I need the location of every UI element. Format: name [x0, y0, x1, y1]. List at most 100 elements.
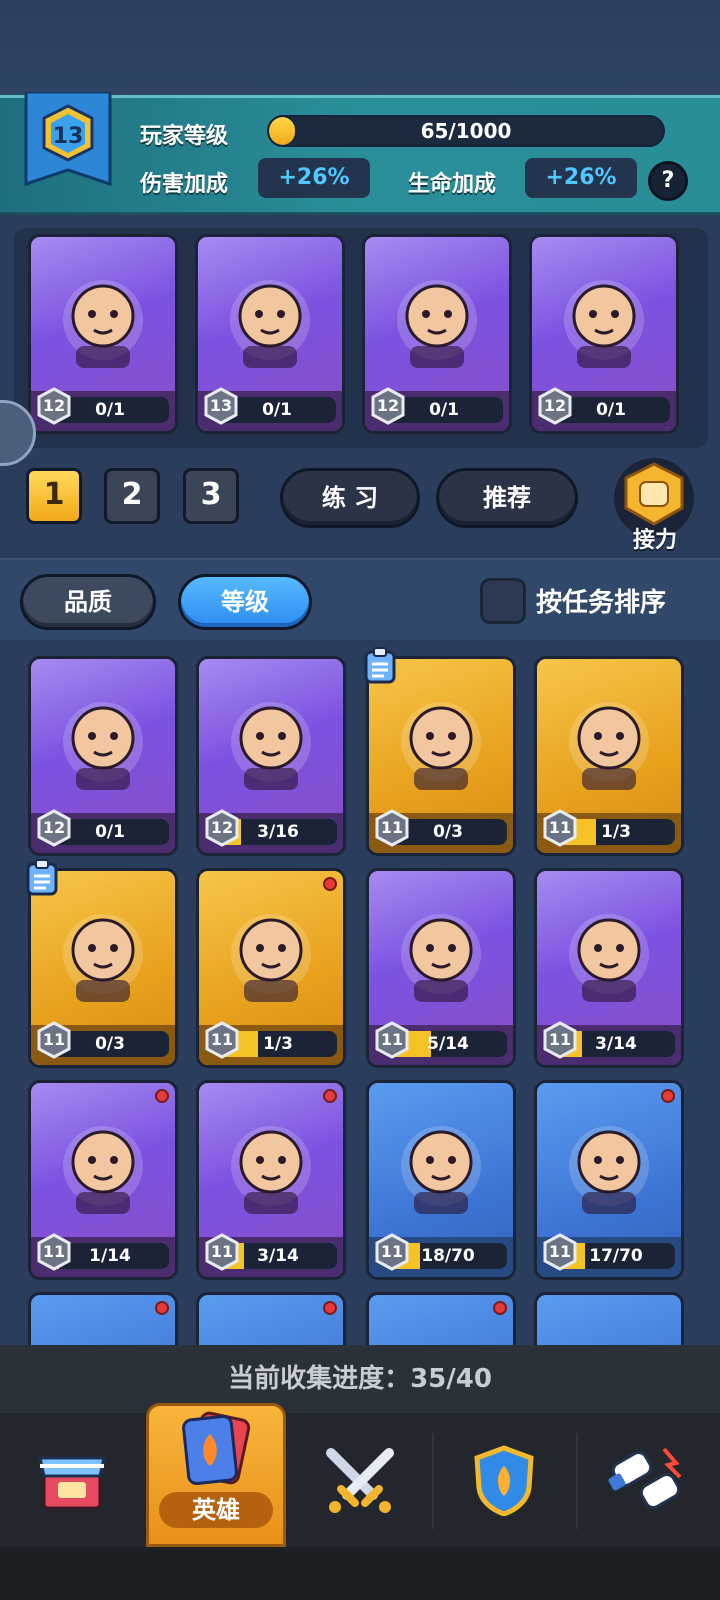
nav-relay[interactable] [576, 1413, 720, 1547]
hero-card[interactable]: 1/3 11 [534, 656, 684, 856]
hero-level-badge: 12 [36, 809, 72, 847]
hero-level-badge: 11 [374, 1233, 410, 1271]
hero-card[interactable]: 5/14 11 [366, 868, 516, 1068]
relay-button[interactable]: 接力 [610, 456, 700, 553]
team-tab-2[interactable]: 2 [104, 468, 160, 524]
nav-guild[interactable] [432, 1413, 576, 1547]
hero-card[interactable]: 3/14 11 [196, 1080, 346, 1280]
hero-card[interactable]: 1/14 11 [28, 1080, 178, 1280]
hero-card[interactable]: 18/70 11 [366, 1080, 516, 1280]
help-button[interactable]: ? [648, 161, 688, 201]
health-bonus-label: 生命加成 [408, 172, 497, 197]
system-navigation-area [0, 1547, 720, 1600]
hero-card[interactable]: 0/1 12 [529, 234, 679, 434]
hero-card-footer: 1/3 11 [199, 1021, 343, 1065]
hero-level-number: 12 [543, 396, 567, 415]
sort-by-quality-button[interactable]: 品质 [20, 574, 156, 630]
xp-progress-text: 65/1000 [420, 119, 512, 143]
hero-card-footer: 3/16 12 [199, 809, 343, 853]
notification-dot [323, 1089, 337, 1103]
pirate-hero-icon [31, 659, 175, 819]
hero-card-footer: 0/1 12 [532, 387, 676, 431]
nav-battle[interactable] [288, 1413, 432, 1547]
hero-cards-icon [182, 1411, 251, 1486]
nav-shop[interactable] [0, 1413, 144, 1547]
top-background [0, 0, 720, 95]
hero-level-badge: 11 [204, 1233, 240, 1271]
hero-card-footer: 3/14 11 [537, 1021, 681, 1065]
hero-level-badge: 13 [203, 387, 239, 425]
straw-hat-ninja-hero-icon [199, 1083, 343, 1243]
hero-level-badge: 11 [542, 809, 578, 847]
notification-dot [493, 1301, 507, 1315]
hero-card-footer: 17/70 11 [537, 1233, 681, 1277]
hero-level-number: 11 [42, 1242, 66, 1261]
collection-progress: 当前收集进度：35/40 [0, 1345, 720, 1413]
sort-bar: 品质 等级 按任务排序 [0, 558, 720, 640]
notification-dot [323, 1301, 337, 1315]
xp-progress-bar: 65/1000 [267, 115, 665, 147]
hero-card[interactable] [28, 1292, 178, 1345]
hero-card[interactable]: 0/1 13 [195, 234, 345, 434]
hero-card[interactable] [534, 1292, 684, 1345]
hero-level-badge: 12 [204, 809, 240, 847]
hero-card[interactable]: 17/70 11 [534, 1080, 684, 1280]
player-level-label: 玩家等级 [140, 124, 229, 149]
sort-by-level-button[interactable]: 等级 [178, 574, 312, 630]
team-tab-1[interactable]: 1 [26, 468, 82, 524]
hero-level-badge: 11 [542, 1021, 578, 1059]
hero-card[interactable]: 0/1 12 [362, 234, 512, 434]
hero-level-badge: 11 [374, 809, 410, 847]
hero-card[interactable] [196, 1292, 346, 1345]
player-info-panel: 13 玩家等级 65/1000 伤害加成 +26% 生命加成 +26% ? [0, 90, 720, 215]
fire-monkey-hero-icon [31, 1083, 175, 1243]
nav-heroes[interactable]: 英雄 [146, 1403, 286, 1547]
orc-hero-icon [369, 871, 513, 1031]
hero-card-footer: 1/14 11 [31, 1233, 175, 1277]
crossed-swords-icon [326, 1448, 394, 1513]
team-tab-3[interactable]: 3 [183, 468, 239, 524]
guild-shield-icon [474, 1445, 534, 1516]
hero-level-number: 12 [210, 818, 234, 837]
player-level-badge[interactable]: 13 [22, 90, 114, 196]
hero-card[interactable] [366, 1292, 516, 1345]
hero-level-badge: 12 [537, 387, 573, 425]
hero-level-number: 11 [548, 1030, 572, 1049]
ghost-knight-hero-icon [532, 237, 676, 397]
hero-level-badge: 11 [374, 1021, 410, 1059]
hero-card[interactable]: 3/14 11 [534, 868, 684, 1068]
hero-card-footer: 0/1 12 [31, 387, 175, 431]
hero-level-badge: 11 [542, 1233, 578, 1271]
damage-bonus-value: +26% [258, 158, 370, 198]
hero-card[interactable]: 3/16 12 [196, 656, 346, 856]
team-panel: 0/1 12 0/1 13 0/1 12 0/1 12 [14, 228, 708, 448]
hero-card[interactable]: 0/1 12 [28, 656, 178, 856]
yeti-hero-icon [537, 871, 681, 1031]
hero-card[interactable]: 1/3 11 [196, 868, 346, 1068]
hero-grid[interactable]: 0/1 12 3/16 12 0/3 11 1/3 11 0/3 11 1/3 11 5/14 11 3/1… [0, 640, 720, 1345]
player-level-number: 13 [52, 124, 84, 149]
hero-card-footer: 0/1 13 [198, 387, 342, 431]
hero-level-badge: 12 [36, 387, 72, 425]
bottom-nav: 英雄 [0, 1403, 720, 1547]
ice-princess-hero-icon [199, 659, 343, 819]
monkey-king-hero-icon [198, 237, 342, 397]
task-clipboard-icon [362, 646, 398, 688]
hero-level-number: 11 [380, 1030, 404, 1049]
hero-card[interactable]: 0/1 12 [28, 234, 178, 434]
damage-bonus-label: 伤害加成 [140, 172, 229, 197]
hero-level-badge: 11 [36, 1233, 72, 1271]
hero-card-footer: 5/14 11 [369, 1021, 513, 1065]
hero-card-footer: 0/3 11 [31, 1021, 175, 1065]
birds-hero-icon [537, 1083, 681, 1243]
hero-card-footer: 1/3 11 [537, 809, 681, 853]
viking-hero-icon [369, 1083, 513, 1243]
sort-by-task-checkbox[interactable] [480, 578, 526, 624]
sort-by-task-label: 按任务排序 [536, 588, 667, 618]
recommend-button[interactable]: 推荐 [436, 468, 578, 528]
hero-level-number: 13 [209, 396, 233, 415]
practice-button[interactable]: 练 习 [280, 468, 420, 528]
hero-level-number: 11 [42, 1030, 66, 1049]
hero-card-footer: 0/3 11 [369, 809, 513, 853]
relay-fists-icon [608, 1447, 682, 1509]
